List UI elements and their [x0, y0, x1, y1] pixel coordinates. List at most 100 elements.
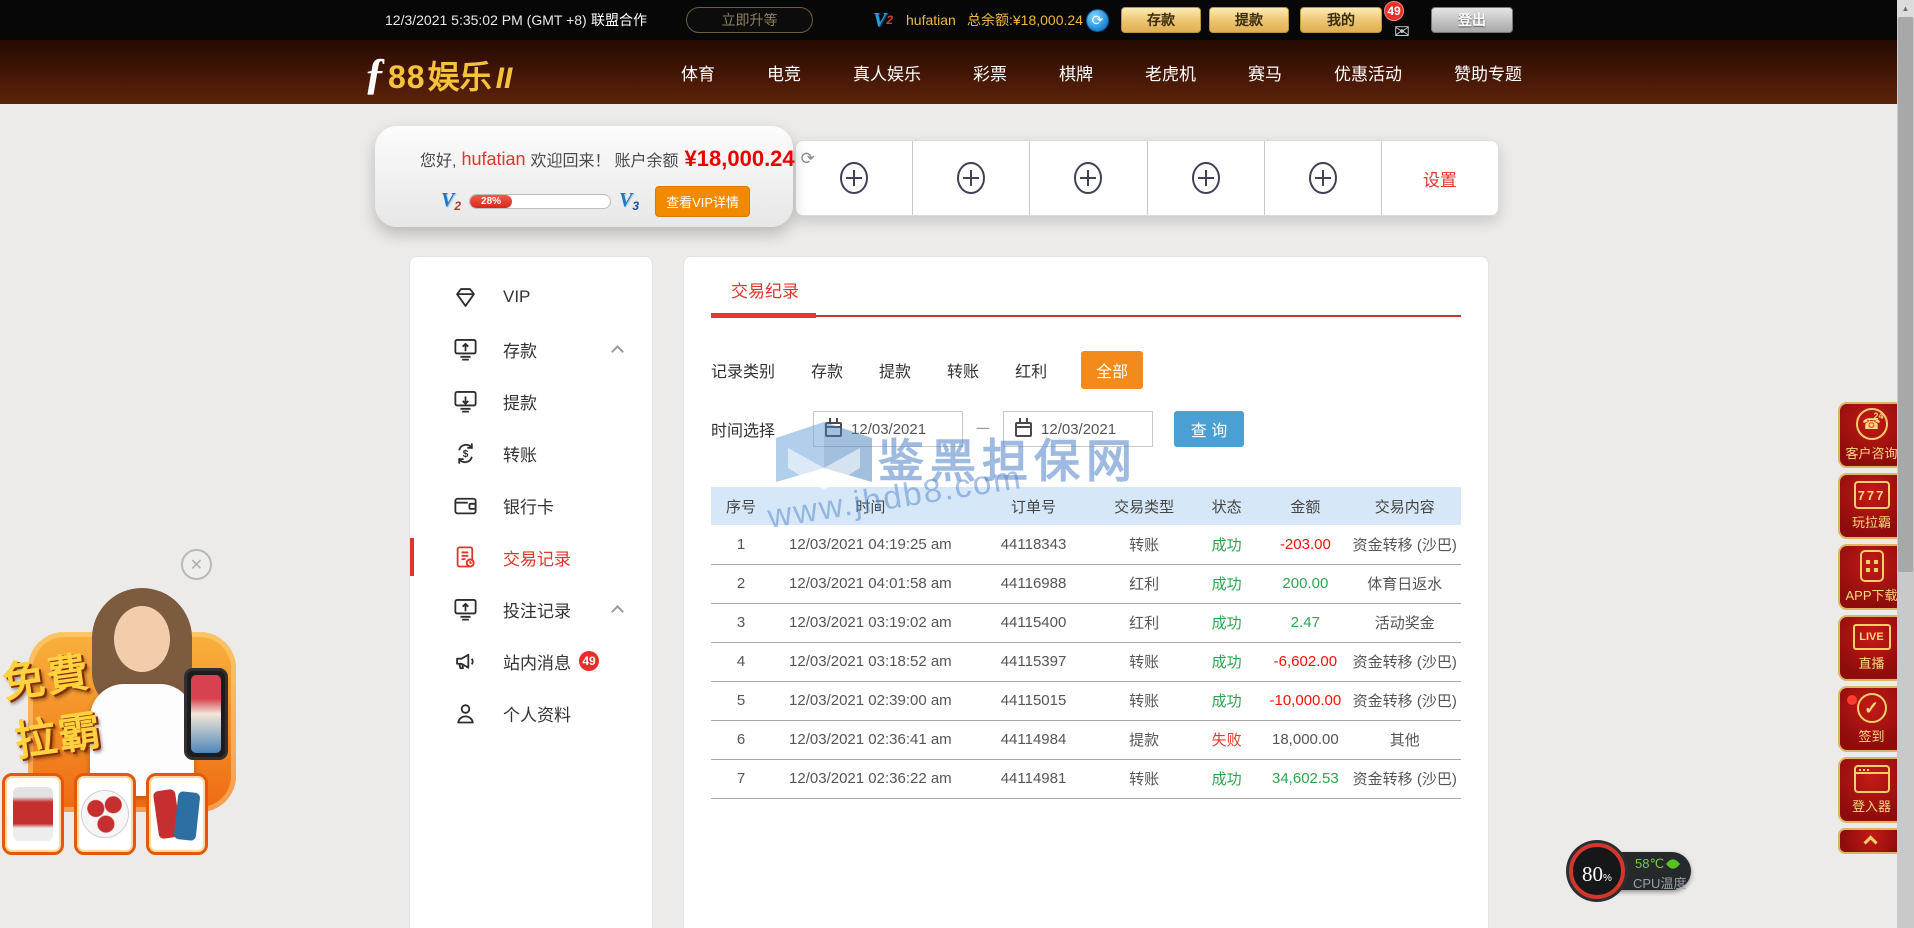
vip-progress-fill: 28%	[470, 195, 512, 208]
sidebar-item-betting-records[interactable]: 投注记录	[410, 583, 652, 635]
vip-details-button[interactable]: 查看VIP详情	[655, 186, 750, 217]
withdraw-button[interactable]: 提款	[1209, 7, 1289, 33]
date-from-input[interactable]: 12/03/2021	[813, 411, 963, 447]
sidebar-item-transfer[interactable]: $ 转账	[410, 427, 652, 479]
settings-button[interactable]: 设置	[1382, 141, 1498, 215]
sidebar-item-bankcard[interactable]: 银行卡	[410, 479, 652, 531]
browser-window-icon	[1854, 765, 1890, 793]
nav-item-sports[interactable]: 体育	[655, 60, 741, 85]
vip-progress-row: V2 28% V3 查看VIP详情	[441, 186, 750, 217]
live-stream-button[interactable]: LIVE 直播	[1838, 615, 1905, 681]
col-content: 交易内容	[1349, 487, 1462, 525]
transaction-panel: 交易纪录 记录类别 存款 提款 转账 红利 全部 时间选择 12/03/2021…	[683, 256, 1489, 928]
sidebar-item-transaction-records[interactable]: 交易记录	[410, 531, 652, 583]
account-sidebar: VIP 存款 提款 $ 转账 银行卡 交易记录 投注记录 站内消息 49 个人资…	[409, 256, 653, 928]
chevron-up-icon[interactable]	[611, 345, 624, 358]
nav-item-sponsorship[interactable]: 赞助专题	[1428, 60, 1548, 85]
cpu-temp-text: 58℃	[1635, 856, 1678, 872]
transfer-icon: $	[452, 440, 479, 467]
promo-model-face	[114, 606, 170, 672]
cpu-temp-label: CPU温度	[1633, 873, 1686, 892]
prize-jersey-thumb[interactable]	[2, 773, 64, 855]
prize-ball-thumb[interactable]	[74, 773, 136, 855]
close-icon[interactable]: ✕	[181, 549, 212, 580]
filter-label: 记录类别	[711, 358, 775, 382]
sidebar-item-deposit[interactable]: 存款	[410, 323, 652, 375]
mine-button[interactable]: 我的	[1300, 7, 1382, 33]
amount-cell: 18,000.00	[1262, 720, 1348, 759]
customer-service-button[interactable]: ☎24 客户咨询	[1838, 402, 1905, 468]
main-nav: ƒ 88 娱乐 II 体育 电竞 真人娱乐 彩票 棋牌 老虎机 赛马 优惠活动 …	[0, 40, 1914, 104]
vip-current-icon: V2	[441, 190, 461, 213]
refresh-icon[interactable]: ⟳	[801, 149, 815, 169]
total-balance-text: 总余额:¥18,000.24	[967, 0, 1083, 40]
col-status: 状态	[1191, 487, 1262, 525]
chevron-up-icon	[1863, 835, 1877, 849]
quick-add-slot-4[interactable]	[1148, 141, 1265, 215]
scrollbar-thumb[interactable]	[1898, 17, 1913, 572]
login-tool-button[interactable]: 登入器	[1838, 757, 1905, 823]
nav-item-horse-racing[interactable]: 赛马	[1222, 60, 1308, 85]
tab-transaction-records[interactable]: 交易纪录	[731, 277, 799, 302]
plus-circle-icon	[838, 160, 870, 196]
quick-add-slot-2[interactable]	[913, 141, 1030, 215]
scroll-up-arrow[interactable]: ▲	[1897, 0, 1914, 17]
filter-all[interactable]: 全部	[1081, 351, 1143, 389]
nav-item-boardgames[interactable]: 棋牌	[1033, 60, 1119, 85]
status-cell: 成功	[1191, 603, 1262, 642]
sidebar-item-messages[interactable]: 站内消息 49	[410, 635, 652, 687]
quick-panel: 设置	[795, 140, 1499, 216]
nav-item-live-casino[interactable]: 真人娱乐	[827, 60, 947, 85]
filter-bonus[interactable]: 红利	[1015, 358, 1047, 382]
status-cell: 成功	[1191, 681, 1262, 720]
nav-item-slots[interactable]: 老虎机	[1119, 60, 1222, 85]
app-download-button[interactable]: APP下载	[1838, 544, 1905, 610]
datetime-text: 12/3/2021 5:35:02 PM (GMT +8)	[385, 0, 587, 40]
logo-f-glyph: ƒ	[364, 48, 386, 99]
message-count-badge: 49	[1384, 1, 1404, 21]
page-scrollbar[interactable]: ▲	[1897, 0, 1914, 928]
quick-add-slot-5[interactable]	[1265, 141, 1382, 215]
refresh-balance-icon[interactable]: ⟳	[1086, 9, 1109, 32]
sidebar-item-withdraw[interactable]: 提款	[410, 375, 652, 427]
col-order-id: 订单号	[970, 487, 1098, 525]
chevron-up-icon[interactable]	[611, 605, 624, 618]
alliance-link[interactable]: 联盟合作	[591, 0, 647, 40]
live-icon: LIVE	[1853, 624, 1891, 650]
tab-underline	[711, 315, 1461, 317]
vip-level-icon: V2	[873, 0, 893, 40]
filter-deposit[interactable]: 存款	[811, 358, 843, 382]
promo-popup: 免費 拉霸 ✕	[0, 540, 250, 880]
col-index: 序号	[711, 487, 771, 525]
nav-item-esports[interactable]: 电竞	[741, 60, 827, 85]
sidebar-item-profile[interactable]: 个人资料	[410, 687, 652, 739]
col-type: 交易类型	[1097, 487, 1191, 525]
promo-text-line2: 拉霸	[10, 696, 106, 769]
prize-phones-thumb[interactable]	[146, 773, 208, 855]
account-balance: ¥18,000.24	[685, 146, 795, 172]
logout-button[interactable]: 登出	[1431, 7, 1513, 33]
plus-circle-icon	[1072, 160, 1104, 196]
back-to-top-button[interactable]	[1838, 828, 1905, 854]
filter-withdraw[interactable]: 提款	[879, 358, 911, 382]
site-logo[interactable]: ƒ 88 娱乐 II	[364, 48, 512, 99]
notification-dot	[1847, 695, 1857, 705]
play-slots-button[interactable]: 777 玩拉霸	[1838, 473, 1905, 539]
col-amount: 金额	[1262, 487, 1348, 525]
sign-in-button[interactable]: ✓ 签到	[1838, 686, 1905, 752]
calendar-icon	[1015, 422, 1032, 437]
search-button[interactable]: 查 询	[1174, 411, 1244, 447]
upgrade-button[interactable]: 立即升等	[686, 7, 813, 33]
plus-circle-icon	[955, 160, 987, 196]
filter-transfer[interactable]: 转账	[947, 358, 979, 382]
check-circle-icon: ✓	[1857, 693, 1887, 723]
records-icon	[452, 544, 479, 571]
quick-add-slot-3[interactable]	[1030, 141, 1147, 215]
date-to-input[interactable]: 12/03/2021	[1003, 411, 1153, 447]
nav-item-promotions[interactable]: 优惠活动	[1308, 60, 1428, 85]
promo-prize-thumbnails	[2, 773, 208, 855]
sidebar-item-vip[interactable]: VIP	[410, 271, 652, 323]
nav-item-lottery[interactable]: 彩票	[947, 60, 1033, 85]
welcome-username: hufatian	[461, 149, 525, 170]
deposit-button[interactable]: 存款	[1121, 7, 1201, 33]
